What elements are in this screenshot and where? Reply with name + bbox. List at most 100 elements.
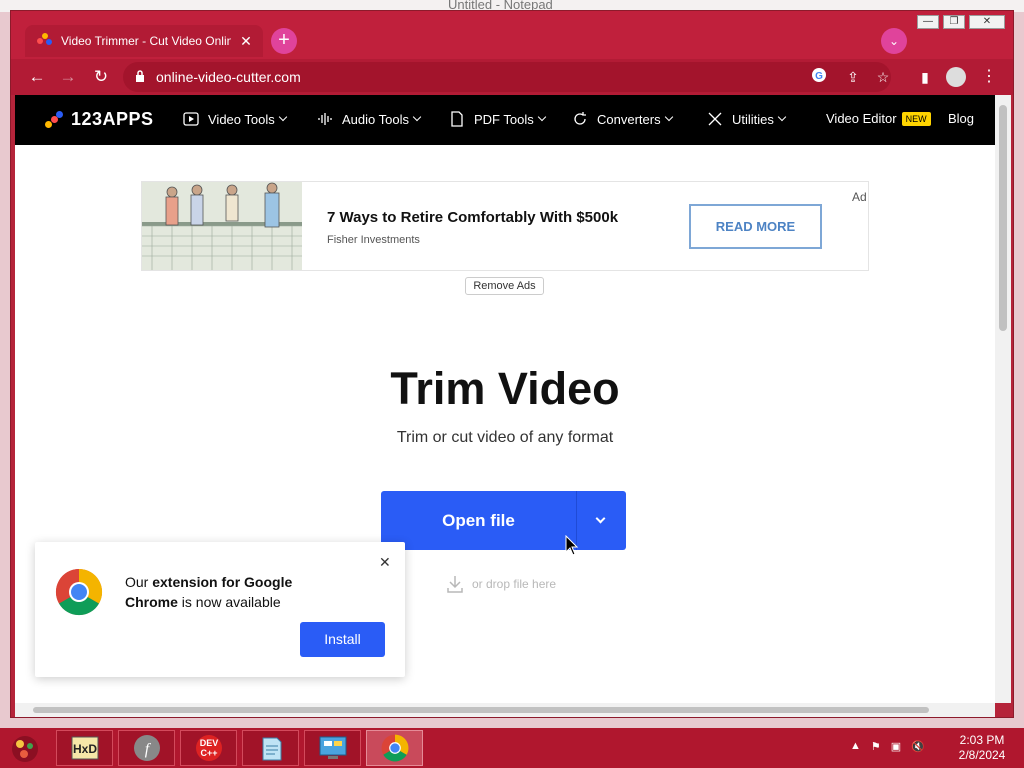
page-title: Trim Video	[390, 363, 620, 414]
clock-time: 2:03 PM	[959, 733, 1005, 747]
install-button[interactable]: Install	[300, 622, 385, 657]
nav-converters[interactable]: Converters	[572, 111, 673, 127]
nav-pdf-tools-label: PDF Tools	[474, 111, 534, 127]
nav-blog-label: Blog	[948, 111, 975, 126]
tab-close-icon[interactable]: ✕	[237, 33, 255, 50]
download-icon	[447, 576, 463, 593]
svg-text:DEV: DEV	[199, 738, 218, 748]
browser-window: Video Trimmer - Cut Video Onlin ✕ + ⌄ — …	[10, 10, 1014, 718]
address-bar[interactable]: online-video-cutter.com G ⇪ ☆	[123, 62, 891, 92]
taskbar-app-flash[interactable]: f	[118, 730, 175, 766]
taskbar-app-notepad[interactable]	[242, 730, 299, 766]
google-icon[interactable]: G	[809, 67, 829, 87]
convert-icon	[572, 111, 588, 127]
logo-text: 123APPS	[71, 109, 154, 129]
popup-close-icon[interactable]: ✕	[379, 554, 391, 571]
taskbar-app-dev-cpp[interactable]: DEV C++	[180, 730, 237, 766]
site-nav: 123APPS Video Tools Audio Tools PDF Tool…	[15, 95, 995, 145]
svg-text:G: G	[815, 71, 823, 82]
nav-audio-tools[interactable]: Audio Tools	[317, 111, 422, 127]
document-icon	[449, 111, 465, 127]
chrome-menu-icon[interactable]: ⋮	[981, 65, 997, 89]
flash-icon: f	[133, 735, 160, 761]
side-panel-icon[interactable]: ▮	[915, 67, 935, 87]
popup-message: Our extension for Google Chrome is now a…	[125, 574, 293, 610]
open-file-label: Open file	[442, 511, 515, 530]
dev-cpp-icon: DEV C++	[195, 735, 222, 761]
mouse-cursor-icon	[565, 535, 579, 556]
start-button-icon[interactable]	[8, 732, 42, 764]
vertical-scroll-thumb[interactable]	[999, 105, 1007, 331]
show-hidden-icons-icon[interactable]: ▲	[850, 740, 861, 753]
close-window-button[interactable]: ✕	[969, 15, 1005, 29]
taskbar-clock[interactable]: 2:03 PM 2/8/2024	[952, 733, 1012, 763]
nav-converters-label: Converters	[597, 111, 661, 127]
chrome-icon	[381, 734, 408, 762]
tab-strip: Video Trimmer - Cut Video Onlin ✕ + ⌄ — …	[11, 11, 1013, 59]
browser-toolbar: ← → ↻ online-video-cutter.com G ⇪ ☆ ▮ ⋮	[11, 59, 1013, 95]
back-icon[interactable]: ←	[27, 67, 47, 87]
ad-image	[142, 182, 302, 270]
horizontal-scrollbar[interactable]	[15, 703, 995, 717]
bookmark-star-icon[interactable]: ☆	[873, 67, 893, 87]
ad-banner[interactable]: 7 Ways to Retire Comfortably With $500k …	[141, 181, 869, 271]
svg-text:HxD: HxD	[72, 742, 96, 756]
open-file-dropdown[interactable]	[576, 491, 626, 550]
play-icon	[183, 111, 199, 127]
nav-video-editor[interactable]: Video Editor NEW	[826, 111, 931, 126]
tab-search-button[interactable]: ⌄	[881, 28, 907, 54]
site-favicon-icon	[37, 33, 53, 49]
audio-wave-icon	[317, 111, 333, 127]
remove-ads-button[interactable]: Remove Ads	[465, 277, 544, 295]
chrome-extension-popup: Our extension for Google Chrome is now a…	[35, 542, 405, 677]
forward-icon[interactable]: →	[58, 67, 78, 87]
nav-video-tools[interactable]: Video Tools	[183, 111, 287, 127]
system-tray: ▲ ⚑ ▣ 🔇	[850, 740, 925, 753]
profile-avatar[interactable]	[946, 67, 966, 87]
svg-text:C++: C++	[200, 748, 217, 758]
ad-label: Ad	[852, 190, 867, 204]
new-badge: NEW	[901, 111, 931, 126]
nav-audio-tools-label: Audio Tools	[342, 111, 409, 127]
chevron-down-icon	[664, 112, 673, 122]
tab-video-trimmer[interactable]: Video Trimmer - Cut Video Onlin ✕	[25, 25, 263, 57]
drop-zone[interactable]: or drop file here	[445, 574, 556, 594]
site-logo[interactable]: 123APPS	[45, 109, 154, 130]
taskbar: HxD f DEV C++ ▲ ⚑ ▣ 🔇 2:03 PM 2/8/2024	[0, 728, 1024, 768]
clock-date: 2/8/2024	[958, 748, 1006, 762]
chevron-down-icon	[595, 513, 606, 524]
minimize-button[interactable]: —	[917, 15, 939, 29]
hxd-icon: HxD	[71, 736, 98, 760]
new-tab-button[interactable]: +	[271, 28, 297, 54]
nav-utilities[interactable]: Utilities	[707, 111, 787, 127]
ad-sponsor: Fisher Investments	[327, 234, 420, 246]
vertical-scrollbar[interactable]	[995, 95, 1011, 703]
ad-title: 7 Ways to Retire Comfortably With $500k	[327, 209, 619, 226]
url-text: online-video-cutter.com	[156, 69, 301, 85]
share-icon[interactable]: ⇪	[843, 67, 863, 87]
taskbar-app-hxd[interactable]: HxD	[56, 730, 113, 766]
chevron-down-icon	[777, 112, 787, 122]
chevron-down-icon	[412, 112, 422, 122]
action-center-flag-icon[interactable]: ⚑	[871, 740, 881, 753]
chevron-down-icon	[537, 112, 546, 122]
read-more-button[interactable]: READ MORE	[689, 204, 822, 249]
horizontal-scroll-thumb[interactable]	[33, 707, 929, 713]
tab-title: Video Trimmer - Cut Video Onlin	[61, 34, 231, 48]
drop-text: or drop file here	[472, 577, 557, 591]
nav-blog[interactable]: Blog	[948, 111, 974, 126]
open-file-button[interactable]: Open file	[381, 491, 626, 550]
nav-pdf-tools[interactable]: PDF Tools	[449, 111, 546, 127]
maximize-button[interactable]: ❐	[943, 15, 965, 29]
volume-muted-icon[interactable]: 🔇	[911, 740, 925, 753]
network-icon[interactable]: ▣	[891, 740, 901, 753]
control-panel-icon	[319, 736, 346, 759]
taskbar-app-chrome[interactable]	[366, 730, 423, 766]
logo-dots-icon	[45, 110, 63, 129]
taskbar-app-control-panel[interactable]	[304, 730, 361, 766]
nav-video-tools-label: Video Tools	[208, 111, 275, 127]
chrome-logo-icon	[55, 568, 103, 616]
reload-icon[interactable]: ↻	[91, 67, 111, 87]
nav-utilities-label: Utilities	[732, 111, 774, 127]
page-subtitle: Trim or cut video of any format	[396, 429, 614, 446]
